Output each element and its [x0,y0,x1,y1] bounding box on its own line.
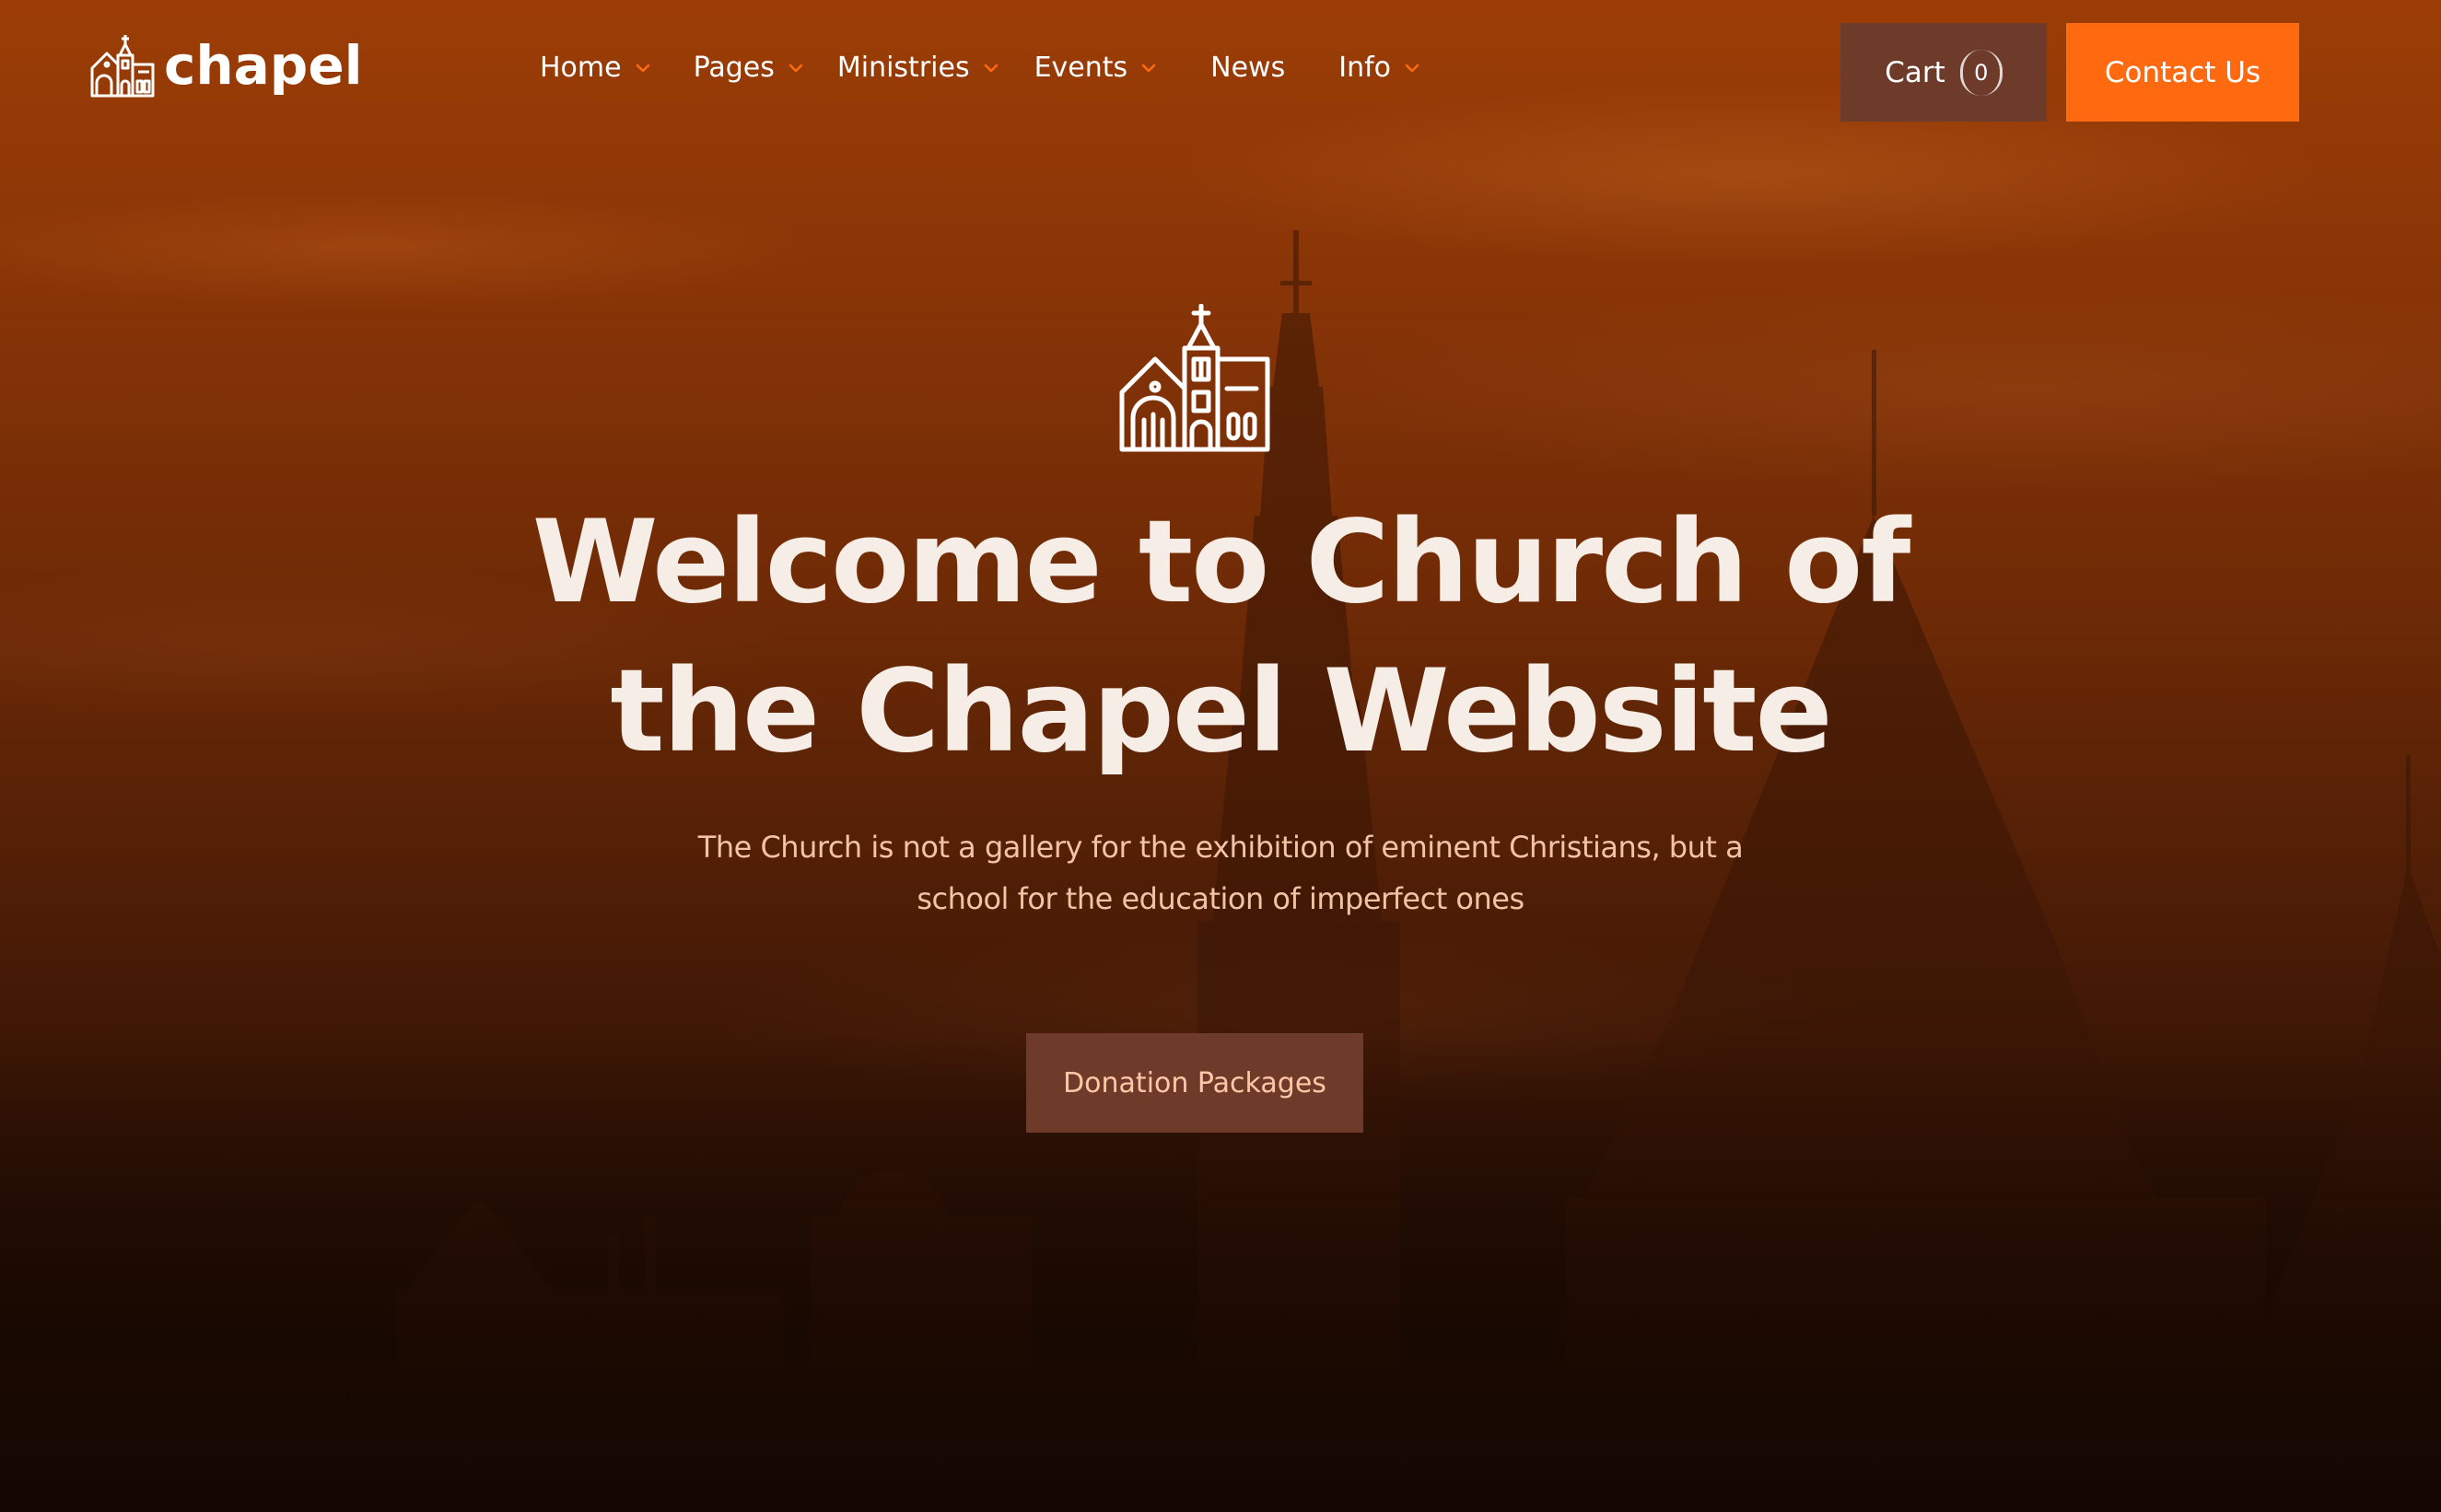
nav-item-ministries[interactable]: Ministries [837,52,999,84]
donation-packages-button[interactable]: Donation Packages [1026,1033,1363,1133]
chevron-down-icon [1405,64,1419,72]
nav-item-label: News [1210,52,1286,84]
nav-item-label: Pages [693,52,775,84]
church-icon [1119,304,1270,452]
cart-count-badge: 0 [1959,49,2003,96]
nav-item-events[interactable]: Events [1034,52,1158,84]
cart-button[interactable]: Cart 0 [1840,23,2047,122]
nav-item-pages[interactable]: Pages [694,52,804,84]
chevron-down-icon [984,64,998,72]
hero-title-line: Welcome to Church of [531,496,1911,629]
contact-us-button[interactable]: Contact Us [2066,23,2299,122]
nav-item-label: Info [1338,52,1392,84]
nav-item-info[interactable]: Info [1338,52,1420,84]
cart-label: Cart [1885,55,1945,89]
chevron-down-icon [636,64,649,72]
church-icon [90,35,155,98]
nav-item-label: Home [540,52,622,84]
hero-subtitle: The Church is not a gallery for the exhi… [0,821,2441,925]
nav-item-home[interactable]: Home [540,52,651,84]
hero-title-line: the Chapel Website [610,646,1832,778]
chevron-down-icon [788,64,803,72]
hero-subtitle-line: school for the education of imperfect on… [917,881,1524,916]
nav-item-news[interactable]: News [1210,52,1285,84]
nav-item-label: Events [1034,52,1128,84]
main-navigation: Home Pages Ministries Events News Info [540,52,1420,84]
hero-title: Welcome to Church of the Chapel Website [0,488,2441,786]
site-header: chapel Home Pages Ministries Events News [0,0,2441,145]
page: chapel Home Pages Ministries Events News [0,0,2441,1512]
brand-name: chapel [164,34,363,97]
brand-logo[interactable]: chapel [88,33,363,98]
nav-item-label: Ministries [836,52,970,84]
hero-subtitle-line: The Church is not a gallery for the exhi… [697,830,1744,865]
chevron-down-icon [1141,64,1156,72]
